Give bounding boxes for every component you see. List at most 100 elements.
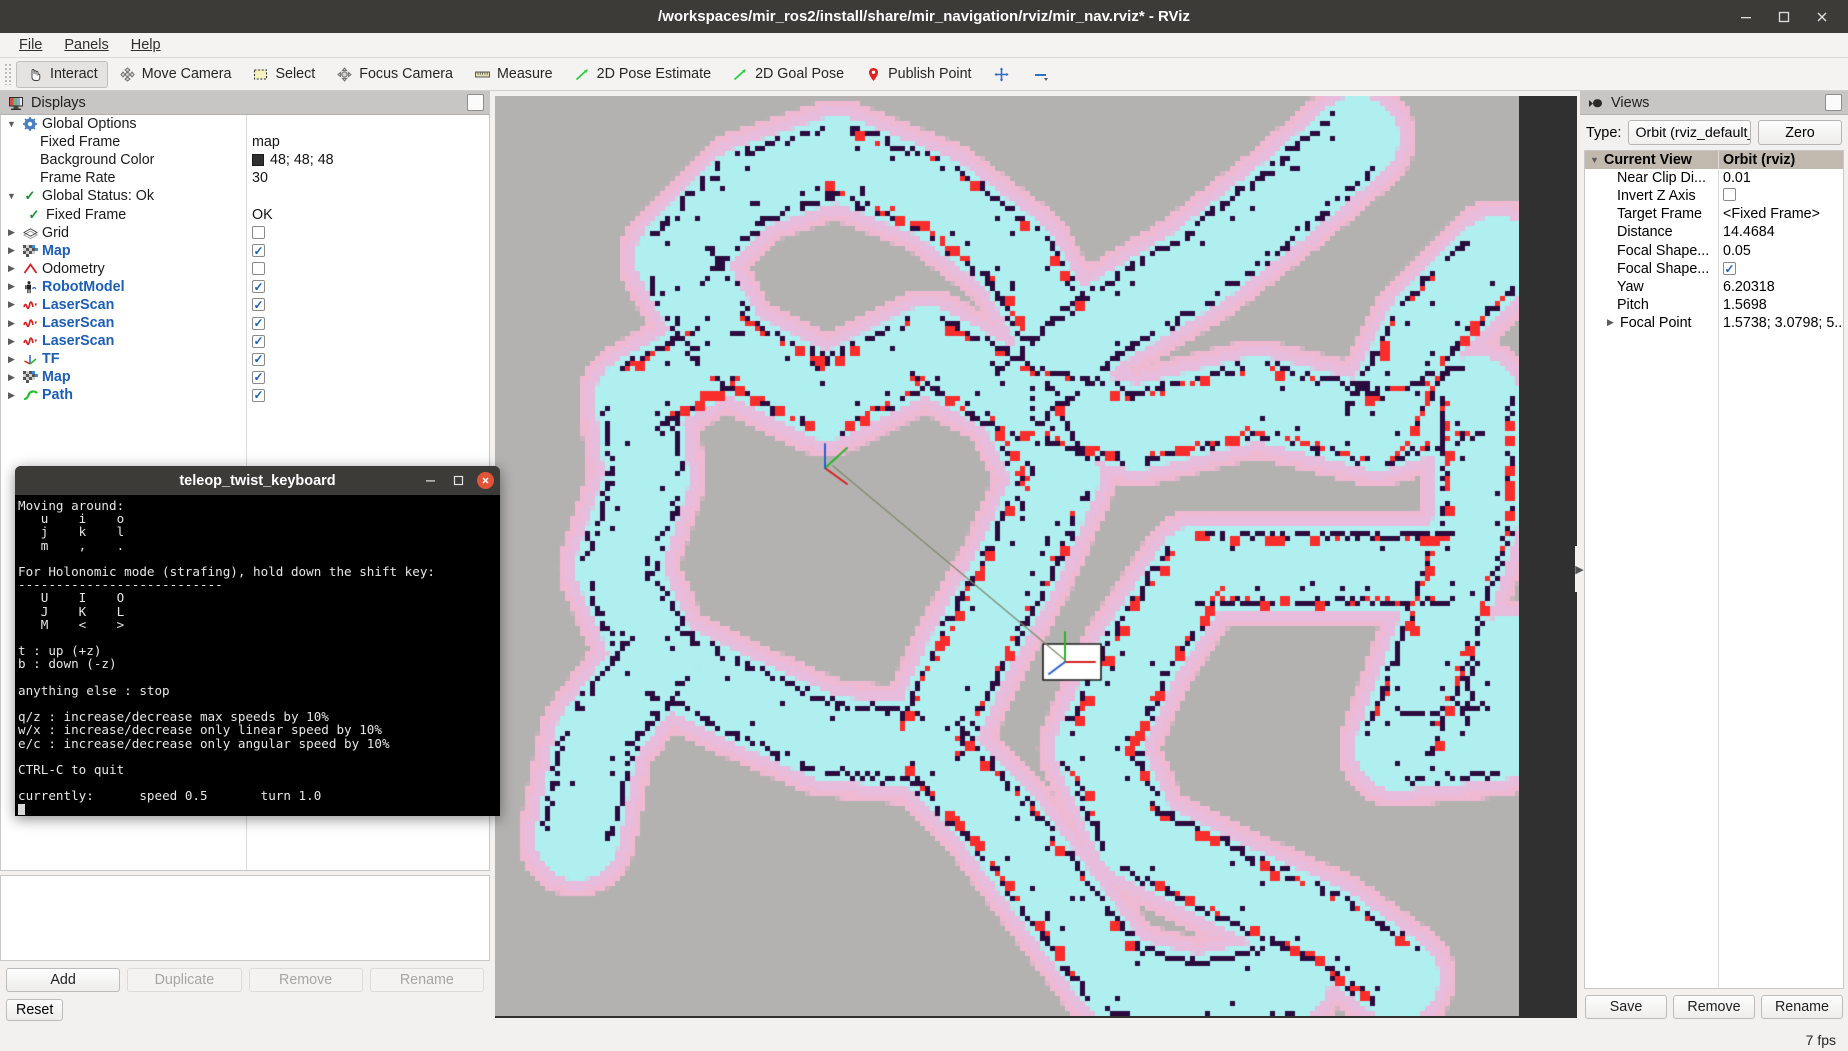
display-value[interactable]: 30 bbox=[252, 170, 268, 186]
views-row-focal-shape-fixed[interactable]: Focal Shape... bbox=[1585, 260, 1843, 278]
occupancy-map-canvas[interactable] bbox=[495, 96, 1519, 1016]
display-row-status-fixed-frame[interactable]: ✓ Fixed Frame OK bbox=[1, 205, 489, 223]
display-enable-checkbox[interactable] bbox=[252, 226, 265, 240]
reset-button[interactable]: Reset bbox=[6, 999, 64, 1021]
display-row-fixed-frame[interactable]: Fixed Frame map bbox=[1, 133, 489, 151]
expand-arrow[interactable] bbox=[5, 227, 18, 238]
terminal-minimize-icon[interactable] bbox=[421, 472, 439, 490]
remove-display-button[interactable]: Remove bbox=[248, 968, 363, 992]
views-row-near-clip-distance[interactable]: Near Clip Di... 0.01 bbox=[1585, 169, 1843, 187]
zero-button[interactable]: Zero bbox=[1758, 120, 1842, 145]
rename-display-button[interactable]: Rename bbox=[369, 968, 484, 992]
expand-arrow[interactable] bbox=[5, 245, 18, 256]
display-row-laserscan-2[interactable]: LaserScan bbox=[1, 314, 489, 332]
views-tree[interactable]: Current View Orbit (rviz) Near Clip Di..… bbox=[1584, 150, 1844, 989]
tool-interact-button[interactable]: Interact bbox=[16, 60, 108, 88]
views-row-pitch[interactable]: Pitch 1.5698 bbox=[1585, 296, 1843, 314]
display-row-laserscan-1[interactable]: LaserScan bbox=[1, 296, 489, 314]
tool-2d-pose-estimate-button[interactable]: 2D Pose Estimate bbox=[563, 61, 721, 88]
color-swatch[interactable] bbox=[252, 154, 264, 167]
expand-arrow[interactable] bbox=[1588, 155, 1601, 165]
menu-file[interactable]: File bbox=[8, 35, 53, 55]
save-view-button[interactable]: Save bbox=[1585, 995, 1667, 1019]
display-enable-checkbox[interactable] bbox=[252, 298, 265, 312]
views-column-splitter[interactable] bbox=[1718, 151, 1719, 988]
display-enable-checkbox[interactable] bbox=[252, 370, 265, 384]
close-icon[interactable] bbox=[1814, 9, 1830, 25]
displays-float-button[interactable] bbox=[467, 94, 484, 111]
terminal-maximize-icon[interactable] bbox=[449, 472, 467, 490]
tool-plus-move-button[interactable] bbox=[982, 61, 1021, 88]
expand-arrow[interactable] bbox=[5, 119, 18, 129]
view-type-select[interactable]: Orbit (rviz_default_ ▼ bbox=[1628, 120, 1751, 145]
add-display-button[interactable]: Add bbox=[6, 968, 121, 992]
views-row-target-frame[interactable]: Target Frame <Fixed Frame> bbox=[1585, 205, 1843, 223]
display-row-map-1[interactable]: Map bbox=[1, 242, 489, 260]
teleop-terminal-window[interactable]: teleop_twist_keyboard Moving around: u i… bbox=[15, 466, 500, 816]
display-row-odometry[interactable]: Odometry bbox=[1, 260, 489, 278]
views-tree-header[interactable]: Current View Orbit (rviz) bbox=[1585, 151, 1843, 170]
3d-viewport[interactable] bbox=[495, 96, 1577, 1018]
menu-panels[interactable]: Panels bbox=[53, 35, 119, 55]
views-row-value[interactable]: 0.01 bbox=[1723, 170, 1751, 186]
toolbar-grip[interactable] bbox=[4, 63, 13, 85]
tool-select-button[interactable]: Select bbox=[241, 61, 325, 88]
display-enable-checkbox[interactable] bbox=[252, 316, 265, 330]
display-row-global-options[interactable]: Global Options bbox=[1, 115, 489, 133]
terminal-close-icon[interactable] bbox=[477, 472, 494, 489]
expand-arrow[interactable] bbox=[5, 281, 18, 292]
display-row-path[interactable]: Path bbox=[1, 386, 489, 404]
tool-2d-goal-pose-button[interactable]: 2D Goal Pose bbox=[721, 61, 854, 88]
expand-arrow[interactable] bbox=[5, 372, 18, 383]
views-row-value[interactable]: 6.20318 bbox=[1723, 279, 1775, 295]
display-row-grid[interactable]: Grid bbox=[1, 224, 489, 242]
right-collapse-handle[interactable]: ▶ bbox=[1575, 546, 1584, 592]
render-panel[interactable]: ◀ ▶ bbox=[488, 91, 1584, 1021]
display-value[interactable]: map bbox=[252, 134, 280, 150]
views-row-value[interactable]: <Fixed Frame> bbox=[1723, 206, 1820, 222]
remove-view-button[interactable]: Remove bbox=[1673, 995, 1755, 1019]
menu-help[interactable]: Help bbox=[120, 35, 172, 55]
expand-arrow[interactable] bbox=[5, 263, 18, 274]
tool-publish-point-button[interactable]: Publish Point bbox=[854, 61, 981, 88]
focal-shape-checkbox[interactable] bbox=[1723, 262, 1736, 276]
expand-arrow[interactable] bbox=[5, 354, 18, 365]
display-row-frame-rate[interactable]: Frame Rate 30 bbox=[1, 169, 489, 187]
display-row-global-status[interactable]: ✓ Global Status: Ok bbox=[1, 187, 489, 205]
expand-arrow[interactable] bbox=[5, 390, 18, 401]
display-enable-checkbox[interactable] bbox=[252, 244, 265, 258]
tool-measure-button[interactable]: Measure bbox=[463, 61, 563, 88]
views-row-focal-point[interactable]: Focal Point 1.5738; 3.0798; 5.... bbox=[1585, 314, 1843, 332]
expand-arrow[interactable] bbox=[5, 336, 18, 347]
display-enable-checkbox[interactable] bbox=[252, 280, 265, 294]
tool-move-camera-button[interactable]: Move Camera bbox=[108, 61, 242, 88]
display-value[interactable]: 48; 48; 48 bbox=[270, 152, 334, 168]
tool-minus-button[interactable] bbox=[1021, 61, 1060, 88]
expand-arrow[interactable] bbox=[5, 299, 18, 310]
views-row-value[interactable]: 0.05 bbox=[1723, 243, 1751, 259]
display-enable-checkbox[interactable] bbox=[252, 262, 265, 276]
views-row-value[interactable]: 1.5738; 3.0798; 5.... bbox=[1723, 315, 1843, 331]
display-row-robotmodel[interactable]: RobotModel bbox=[1, 278, 489, 296]
display-row-tf[interactable]: TF bbox=[1, 350, 489, 368]
display-row-laserscan-3[interactable]: LaserScan bbox=[1, 332, 489, 350]
display-enable-checkbox[interactable] bbox=[252, 352, 265, 366]
views-row-invert-z-axis[interactable]: Invert Z Axis bbox=[1585, 187, 1843, 205]
expand-arrow[interactable] bbox=[5, 318, 18, 329]
display-row-map-2[interactable]: Map bbox=[1, 368, 489, 386]
invert-z-checkbox[interactable] bbox=[1723, 187, 1736, 201]
display-enable-checkbox[interactable] bbox=[252, 388, 265, 402]
expand-arrow[interactable] bbox=[5, 191, 18, 201]
display-enable-checkbox[interactable] bbox=[252, 334, 265, 348]
duplicate-display-button[interactable]: Duplicate bbox=[127, 968, 242, 992]
maximize-icon[interactable] bbox=[1776, 9, 1792, 25]
minimize-icon[interactable] bbox=[1738, 9, 1754, 25]
terminal-output[interactable]: Moving around: u i o j k l m , . For Hol… bbox=[15, 495, 500, 816]
rename-view-button[interactable]: Rename bbox=[1761, 995, 1843, 1019]
views-row-value[interactable]: 14.4684 bbox=[1723, 224, 1775, 240]
views-float-button[interactable] bbox=[1825, 94, 1842, 111]
tool-focus-camera-button[interactable]: Focus Camera bbox=[325, 61, 463, 88]
views-row-value[interactable]: 1.5698 bbox=[1723, 297, 1767, 313]
views-row-distance[interactable]: Distance 14.4684 bbox=[1585, 223, 1843, 241]
views-row-yaw[interactable]: Yaw 6.20318 bbox=[1585, 278, 1843, 296]
